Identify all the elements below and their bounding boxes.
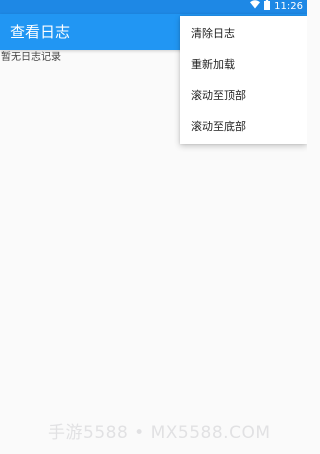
overflow-menu: 清除日志 重新加载 滚动至顶部 滚动至底部	[180, 16, 307, 144]
watermark: 手游5588 • MX5588.COM	[48, 423, 271, 443]
status-bar: 11:26	[0, 0, 307, 14]
empty-log-message: 暂无日志记录	[1, 52, 61, 63]
menu-item-reload[interactable]: 重新加载	[180, 49, 307, 80]
battery-icon	[264, 0, 271, 15]
status-icons: 11:26	[250, 0, 303, 14]
page-title: 查看日志	[10, 23, 71, 41]
menu-item-clear-log[interactable]: 清除日志	[180, 18, 307, 49]
menu-item-scroll-to-top[interactable]: 滚动至顶部	[180, 80, 307, 111]
wifi-icon	[250, 0, 261, 14]
menu-item-scroll-to-bottom[interactable]: 滚动至底部	[180, 111, 307, 142]
status-time: 11:26	[274, 1, 303, 12]
screen: 11:26 查看日志 暂无日志记录 清除日志 重新加载 滚动至顶部 滚动至底部 …	[0, 0, 307, 454]
